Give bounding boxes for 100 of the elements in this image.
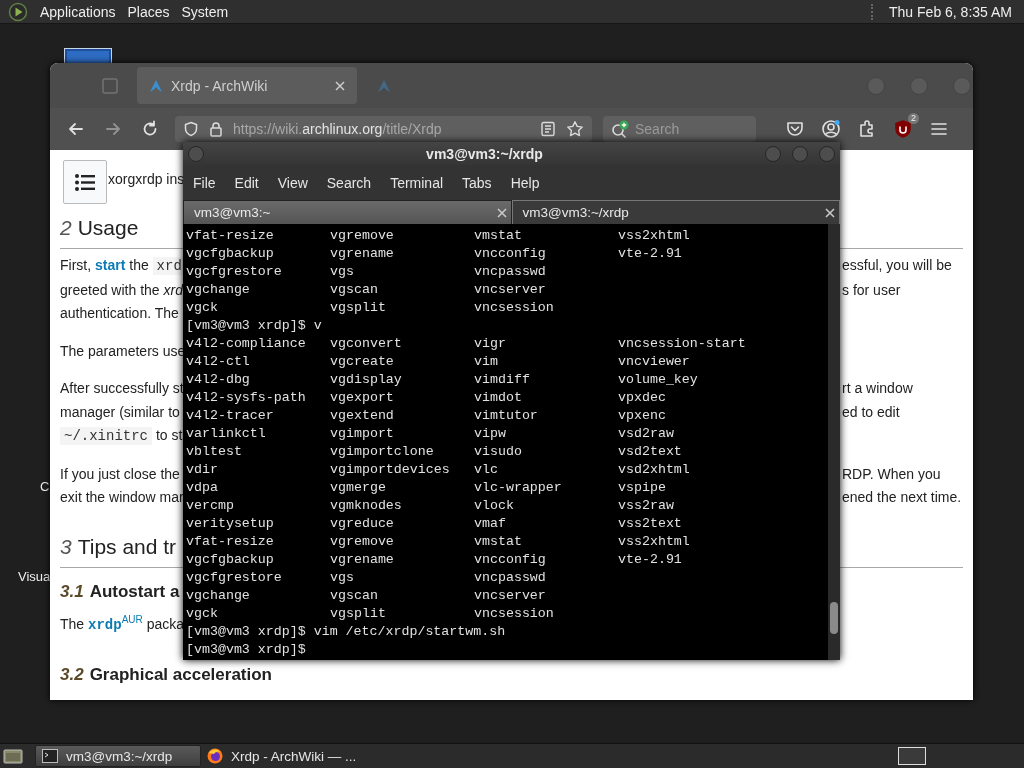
terminal-output: vgextend <box>330 407 394 425</box>
terminal-output: vdpa <box>186 479 218 497</box>
paragraph-text: If you just close the <box>60 464 180 484</box>
search-field[interactable]: Search <box>603 116 756 142</box>
terminal-output: vgmknodes <box>330 497 402 515</box>
terminal-output: vgscan <box>330 587 378 605</box>
terminal-output: vncsession <box>474 605 554 623</box>
link[interactable]: xrdp <box>88 616 122 633</box>
close-icon[interactable] <box>335 80 345 91</box>
close-icon[interactable] <box>825 207 835 218</box>
terminal-output: vgmerge <box>330 479 386 497</box>
terminal-output: vlc <box>474 461 498 479</box>
terminal-output: vgimport <box>330 425 394 443</box>
terminal-output: vgconvert <box>330 335 402 353</box>
terminal-output: vlock <box>474 497 514 515</box>
distro-logo-icon[interactable] <box>8 1 28 22</box>
shield-icon[interactable] <box>183 121 199 137</box>
fox-globe-icon <box>207 748 223 764</box>
menu-item[interactable]: Help <box>510 174 550 191</box>
search-icon <box>611 120 629 138</box>
toc-button[interactable] <box>63 160 107 204</box>
terminal-tab[interactable]: vm3@vm3:~/xrdp <box>511 200 840 224</box>
terminal-output: vss2xhtml <box>618 533 690 551</box>
terminal-output: vercmp <box>186 497 234 515</box>
menu-item[interactable]: Terminal <box>390 174 454 191</box>
terminal-output: vimtutor <box>474 407 538 425</box>
pocket-icon[interactable] <box>785 119 805 139</box>
terminal-output: v4l2-tracer <box>186 407 274 425</box>
terminal-output: vgreduce <box>330 515 394 533</box>
terminal-output: vgremove <box>330 533 394 551</box>
desktop-icon-label[interactable]: C <box>40 479 50 494</box>
panel-menu[interactable]: Places <box>121 3 176 20</box>
browser-tab[interactable]: Xrdp - ArchWiki <box>137 67 357 104</box>
terminal-output: v4l2-ctl <box>186 353 250 371</box>
scrollbar[interactable] <box>828 224 840 660</box>
terminal-output: vimdot <box>474 389 522 407</box>
section-heading: 3 Tips and tr <box>60 533 177 560</box>
terminal-output: vbltest <box>186 443 242 461</box>
terminal-output: vgsplit <box>330 299 386 317</box>
terminal-output: varlinkctl <box>186 425 266 443</box>
terminal-output: vsd2raw <box>618 425 674 443</box>
show-desktop-icon[interactable] <box>3 748 23 764</box>
terminal-output: vmstat <box>474 227 522 245</box>
panel-menu[interactable]: Applications <box>34 3 122 20</box>
terminal-output: vncviewer <box>618 353 690 371</box>
terminal-output: vlc-wrapper <box>474 479 562 497</box>
terminal-output: v4l2-sysfs-path <box>186 389 306 407</box>
command-line: [vm3@vm3 xrdp]$ vim /etc/xrdp/startwm.sh <box>186 623 506 641</box>
paragraph-text: RDP. When you <box>842 464 941 484</box>
terminal-output: vipw <box>474 425 506 443</box>
clock[interactable]: Thu Feb 6, 8:35 AM <box>883 3 1018 20</box>
terminal-output: vgcfgrestore <box>186 263 282 281</box>
workspace-switcher[interactable] <box>898 747 926 765</box>
account-icon[interactable] <box>821 119 841 139</box>
terminal-output: vpxenc <box>618 407 666 425</box>
terminal-output: vgchange <box>186 281 250 299</box>
terminal-output: vgimportclone <box>330 443 434 461</box>
menu-item[interactable]: View <box>277 174 318 191</box>
taskbar-button[interactable]: vm3@vm3:~/xrdp <box>35 745 201 767</box>
terminal-output: vss2xhtml <box>618 227 690 245</box>
section-heading: 2 Usage <box>60 215 139 241</box>
menu-item[interactable]: File <box>193 174 226 191</box>
terminal-output: vsd2xhtml <box>618 461 690 479</box>
terminal-output: vgcfgrestore <box>186 569 282 587</box>
taskbar-button[interactable]: Xrdp - ArchWiki — ... <box>201 745 367 767</box>
triangle-logo-icon <box>149 78 163 93</box>
window-title: vm3@vm3:~/xrdp <box>425 145 544 162</box>
menu-item[interactable]: Tabs <box>462 174 502 191</box>
terminal-tab[interactable]: vm3@vm3:~ <box>183 200 512 224</box>
desktop-icon-label[interactable]: Visua <box>18 569 51 584</box>
link[interactable]: start <box>95 257 126 273</box>
star-icon[interactable] <box>566 120 584 138</box>
back-arrow-icon[interactable] <box>67 120 85 138</box>
terminal-output: veritysetup <box>186 515 274 533</box>
terminal-output: visudo <box>474 443 522 461</box>
terminal-output: vimdiff <box>474 371 530 389</box>
terminal-output: vgchange <box>186 587 250 605</box>
terminal-output: v4l2-dbg <box>186 371 250 389</box>
reload-icon[interactable] <box>141 120 159 138</box>
triangle-logo-icon <box>377 78 391 93</box>
shield-extension-icon[interactable] <box>893 119 913 139</box>
menu-item[interactable]: Edit <box>234 174 269 191</box>
close-icon[interactable] <box>496 207 507 218</box>
link[interactable]: AUR <box>121 613 143 625</box>
lock-icon[interactable] <box>209 121 223 137</box>
panel-menu[interactable]: System <box>175 3 235 20</box>
menu-item[interactable]: Search <box>326 174 382 191</box>
terminal-output: vncsession-start <box>618 335 746 353</box>
terminal-output: vgremove <box>330 227 394 245</box>
forward-arrow-icon[interactable] <box>104 120 122 138</box>
terminal-output: vsd2text <box>618 443 682 461</box>
paragraph-text: After successfully st <box>60 379 184 398</box>
reader-view-icon[interactable] <box>540 121 556 137</box>
terminal-output: vgck <box>186 299 218 317</box>
terminal-output: vmstat <box>474 533 522 551</box>
address-bar[interactable]: https://wiki.archlinux.org/title/Xrdp <box>175 116 592 142</box>
terminal-output: vncpasswd <box>474 263 546 281</box>
terminal-output: vgcfgbackup <box>186 551 274 569</box>
terminal-output: vgrename <box>330 551 394 569</box>
terminal-output: vgimportdevices <box>330 461 450 479</box>
